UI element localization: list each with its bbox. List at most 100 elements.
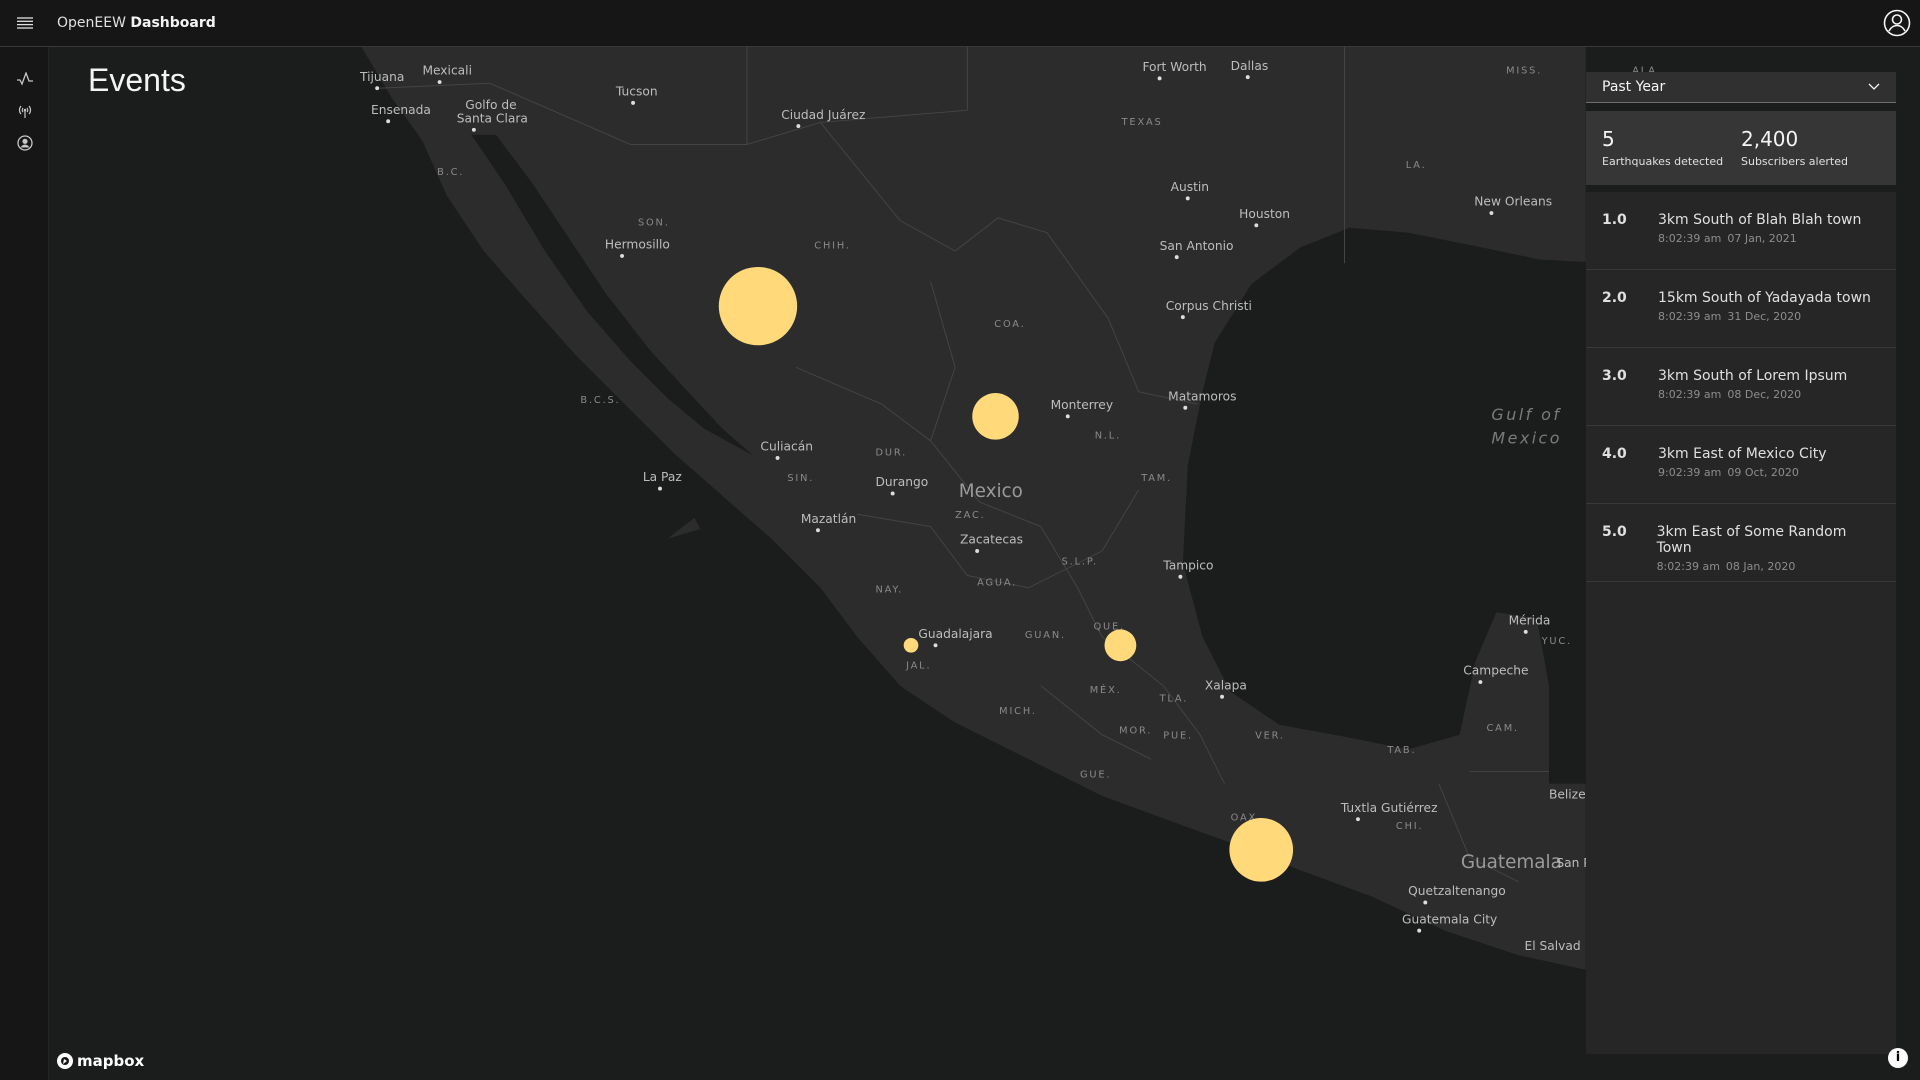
city-label: Guadalajara (918, 627, 992, 641)
attribution-text: mapbox (77, 1052, 145, 1070)
stat-value: 5 (1602, 127, 1615, 151)
dropdown-selected-value: Past Year (1602, 79, 1666, 95)
state-label: MÉX. (1090, 683, 1122, 696)
earthquake-marker[interactable] (972, 393, 1019, 440)
mapbox-logo[interactable]: mapbox (56, 1052, 144, 1070)
city-label: Tijuana (359, 70, 404, 84)
sidebar-item-events[interactable] (0, 63, 49, 95)
city-label: Dallas (1231, 59, 1269, 73)
earthquake-marker[interactable] (1229, 817, 1294, 882)
event-location: 3km East of Some Random Town (1656, 524, 1847, 556)
city-label: Xalapa (1205, 678, 1247, 692)
menu-button[interactable] (0, 0, 49, 47)
city-dot (1174, 255, 1179, 260)
sidebar-item-profile[interactable] (0, 127, 49, 159)
city-dot (1489, 211, 1494, 216)
city-dot (471, 127, 476, 132)
sidebar-item-sensors[interactable] (0, 95, 49, 127)
event-time: 8:02:39 am (1658, 310, 1722, 323)
event-magnitude: 5.0 (1602, 524, 1627, 540)
state-label: CHIH. (814, 241, 851, 252)
city-label: Durango (876, 475, 929, 489)
city-dot (796, 124, 801, 129)
event-date: 08 Jan, 2020 (1725, 560, 1796, 573)
stat-subscribers: 2,400 Subscribers alerted (1741, 127, 1880, 185)
event-time: 8:02:39 am (1658, 232, 1722, 245)
stat-label: Subscribers alerted (1741, 155, 1848, 168)
app-name: OpenEEW (57, 15, 126, 31)
app-suffix: Dashboard (130, 15, 216, 31)
event-list-item[interactable]: 3.0 3km South of Lorem Ipsum 8:02:39 am 08 … (1586, 348, 1896, 426)
sidebar (0, 47, 49, 1080)
event-date: 31 Dec, 2020 (1727, 310, 1802, 323)
app-title[interactable]: OpenEEW Dashboard (57, 15, 216, 31)
city-dot (386, 119, 391, 124)
time-range-dropdown[interactable]: Past Year (1586, 72, 1896, 103)
state-label: AGUA. (977, 577, 1017, 588)
earthquake-marker[interactable] (1104, 629, 1137, 662)
state-label: YUC. (1541, 636, 1572, 647)
info-icon[interactable]: i (1888, 1048, 1908, 1068)
city-dot (375, 86, 380, 91)
state-label: DUR. (876, 448, 908, 459)
state-label: TEXAS (1121, 117, 1163, 128)
state-label: MISS. (1506, 65, 1542, 76)
earthquake-marker[interactable] (718, 266, 798, 346)
user-avatar-icon[interactable] (1882, 8, 1912, 38)
state-label: GUAN. (1025, 630, 1066, 641)
top-header: OpenEEW Dashboard (0, 0, 1920, 47)
city-label: Houston (1239, 207, 1290, 221)
state-label: S.L.P. (1062, 556, 1098, 567)
city-label: Ciudad Juárez (781, 108, 865, 122)
city-dot (1245, 75, 1250, 80)
city-dot (1180, 315, 1185, 320)
event-magnitude: 4.0 (1602, 446, 1627, 462)
state-label: TAB. (1386, 745, 1416, 756)
state-label: TLA. (1159, 694, 1189, 705)
state-label: JAL. (905, 661, 931, 672)
event-date: 09 Oct, 2020 (1727, 466, 1799, 479)
state-label: MOR. (1119, 725, 1152, 736)
city-dot (1478, 680, 1483, 685)
city-label: Quetzaltenango (1408, 884, 1506, 898)
city-label: Mazatlán (801, 512, 856, 526)
event-location: 15km South of Yadayada town (1658, 290, 1871, 306)
city-dot (1065, 414, 1070, 419)
city-label: New Orleans (1474, 195, 1552, 209)
earthquake-marker[interactable] (903, 637, 919, 653)
city-label: Ensenada (371, 103, 431, 117)
event-time: 8:02:39 am (1658, 388, 1722, 401)
event-timestamp: 9:02:39 am 09 Oct, 2020 (1658, 466, 1826, 479)
event-list-item[interactable]: 5.0 3km East of Some Random Town 8:02:39 a… (1586, 504, 1896, 582)
city-dot (775, 456, 780, 460)
city-dot (1417, 928, 1422, 933)
city-label: Austin (1171, 180, 1209, 194)
city-label: Tuxtla Gutiérrez (1340, 801, 1438, 815)
city-dot (933, 643, 938, 648)
event-time: 9:02:39 am (1658, 466, 1722, 479)
mapbox-icon (57, 1053, 73, 1069)
state-label: SON. (638, 217, 670, 228)
city-label: Guatemala (1461, 852, 1562, 873)
chevron-down-icon (1868, 83, 1880, 90)
city-dot (658, 486, 662, 491)
city-dot (1254, 223, 1259, 228)
events-panel: Past Year 5 Earthquakes detected 2,400 Sub… (1586, 72, 1896, 1054)
event-list-item[interactable]: 4.0 3km East of Mexico City 9:02:39 am 09 O… (1586, 426, 1896, 504)
stat-earthquakes: 5 Earthquakes detected (1602, 127, 1741, 185)
country-label: Mexico (959, 481, 1023, 502)
city-label: El Salvad (1524, 939, 1580, 953)
city-label: Zacatecas (960, 533, 1023, 547)
city-dot (1523, 629, 1528, 634)
city-dot (816, 528, 820, 533)
events-list: 1.0 3km South of Blah Blah town 8:02:39 am… (1586, 192, 1896, 1054)
event-list-item[interactable]: 1.0 3km South of Blah Blah town 8:02:39 am… (1586, 192, 1896, 270)
city-dot (1178, 574, 1183, 579)
city-dot (1220, 694, 1224, 699)
state-label: B.C.S. (580, 395, 620, 406)
user-icon (16, 135, 33, 151)
city-dot (1183, 405, 1188, 410)
city-dot (1157, 76, 1162, 81)
event-list-item[interactable]: 2.0 15km South of Yadayada town 8:02:39 am… (1586, 270, 1896, 348)
city-label: Guatemala City (1402, 912, 1497, 926)
